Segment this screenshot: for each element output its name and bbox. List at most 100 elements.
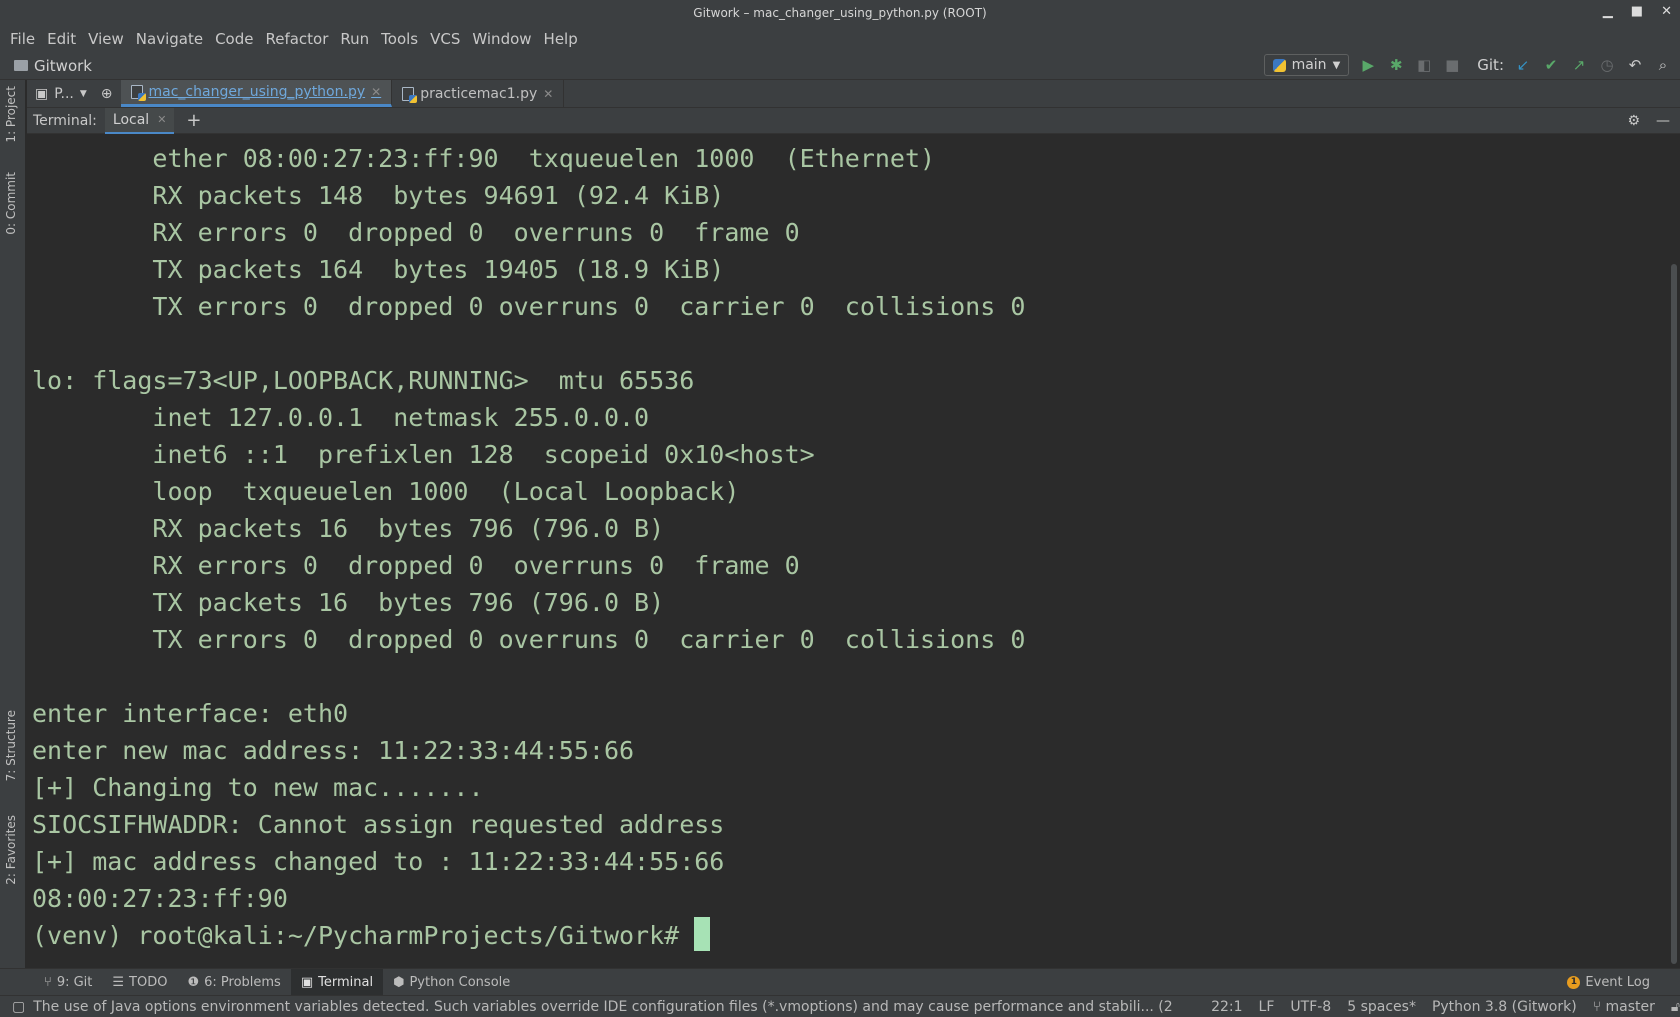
git-branch-widget[interactable]: ⑂ master <box>1593 999 1655 1015</box>
terminal-session-tab[interactable]: Local ✕ <box>104 107 175 134</box>
menu-navigate[interactable]: Navigate <box>136 30 203 48</box>
git-commit-icon[interactable]: ✔ <box>1542 56 1560 74</box>
terminal-prompt-line[interactable]: (venv) root@kali:~/PycharmProjects/Gitwo… <box>32 917 1667 954</box>
coverage-icon[interactable]: ◧ <box>1415 56 1433 74</box>
structure-tool-tab[interactable]: 7: Structure <box>4 710 18 781</box>
git-branch-icon: ⑂ <box>1592 998 1602 1015</box>
caret-position[interactable]: 22:1 <box>1211 999 1242 1015</box>
debug-icon[interactable]: ✱ <box>1387 56 1405 74</box>
terminal-line: TX packets 164 bytes 19405 (18.9 KiB) <box>32 255 725 284</box>
chevron-down-icon: ▼ <box>79 88 87 99</box>
git-branch-icon: ⑂ <box>44 974 52 990</box>
tool-window-bar: ⑂ 9: Git ☰ TODO ❶ 6: Problems ▣ Terminal ⬢ Py… <box>0 968 1680 996</box>
project-view-icon: ▣ <box>35 85 49 102</box>
terminal-line: TX errors 0 dropped 0 overruns 0 carrier… <box>32 292 1026 321</box>
menu-refactor[interactable]: Refactor <box>265 30 328 48</box>
menu-bar: File Edit View Navigate Code Refactor Ru… <box>0 26 1680 52</box>
title-bar: Gitwork – mac_changer_using_python.py (R… <box>0 0 1680 26</box>
project-view-dropdown[interactable]: ▣ P... ▼ ⊕ <box>27 80 121 107</box>
terminal-line: inet6 ::1 prefixlen 128 scopeid 0x10<hos… <box>32 440 815 469</box>
git-push-icon[interactable]: ↗ <box>1570 56 1588 74</box>
status-message[interactable]: The use of Java options environment vari… <box>33 999 1177 1015</box>
project-tool-tab[interactable]: 1: Project <box>4 86 18 143</box>
terminal-line: SIOCSIFHWADDR: Cannot assign requested a… <box>32 810 725 839</box>
terminal-line: TX packets 16 bytes 796 (796.0 B) <box>32 588 665 617</box>
stop-icon[interactable]: ■ <box>1443 56 1461 74</box>
new-session-button[interactable]: + <box>186 110 201 131</box>
tool-tab-todo[interactable]: ☰ TODO <box>102 969 177 996</box>
terminal-line: RX packets 148 bytes 94691 (92.4 KiB) <box>32 181 725 210</box>
menu-code[interactable]: Code <box>215 30 253 48</box>
hide-panel-icon[interactable]: — <box>1656 113 1670 129</box>
tab-practicemac1[interactable]: practicemac1.py ✕ <box>392 80 565 107</box>
tab-mac-changer[interactable]: mac_changer_using_python.py ✕ <box>120 80 393 107</box>
event-log-button[interactable]: 1 Event Log <box>1567 975 1650 990</box>
terminal-line: lo: flags=73<UP,LOOPBACK,RUNNING> mtu 65… <box>32 366 695 395</box>
python-icon: ⬢ <box>393 974 405 990</box>
run-config-select[interactable]: main ▼ <box>1263 54 1350 76</box>
terminal-header: Terminal: Local ✕ + ⚙ — <box>27 107 1680 134</box>
tool-tab-git[interactable]: ⑂ 9: Git <box>34 969 102 996</box>
event-count-badge: 1 <box>1567 975 1581 989</box>
menu-window[interactable]: Window <box>472 30 531 48</box>
terminal-scrollbar[interactable] <box>1667 134 1680 968</box>
tool-tab-terminal[interactable]: ▣ Terminal <box>290 968 384 996</box>
left-tool-strip: 1: Project 0: Commit 7: Structure 2: Fav… <box>0 80 26 968</box>
menu-view[interactable]: View <box>88 30 124 48</box>
terminal-line: 08:00:27:23:ff:90 <box>32 884 288 913</box>
terminal-line: TX errors 0 dropped 0 overruns 0 carrier… <box>32 625 1026 654</box>
window-controls: ▁ ■ ✕ <box>1603 4 1672 19</box>
terminal-line: [+] mac address changed to : 11:22:33:44… <box>32 847 725 876</box>
locate-icon[interactable]: ⊕ <box>101 86 113 102</box>
status-bar: ▢ The use of Java options environment va… <box>0 995 1680 1017</box>
menu-vcs[interactable]: VCS <box>430 30 460 48</box>
menu-file[interactable]: File <box>10 30 35 48</box>
tool-tab-python-console[interactable]: ⬢ Python Console <box>383 969 520 996</box>
terminal-line: [+] Changing to new mac....... <box>32 773 484 802</box>
terminal-icon: ▣ <box>300 974 314 990</box>
close-tab-icon[interactable]: ✕ <box>543 87 553 101</box>
terminal-line: enter new mac address: 11:22:33:44:55:66 <box>32 736 635 765</box>
terminal-cursor <box>694 917 711 951</box>
favorites-tool-tab[interactable]: 2: Favorites <box>4 815 18 885</box>
run-config-label: main <box>1291 57 1327 73</box>
close-icon[interactable]: ✕ <box>157 113 166 126</box>
folder-icon <box>14 60 28 71</box>
lock-icon[interactable]: 🔓︎ <box>1671 999 1680 1015</box>
line-separator[interactable]: LF <box>1259 999 1275 1015</box>
run-toolbar: main ▼ ▶ ✱ ◧ ■ Git: ↙ ✔ ↗ ◷ ↶ ⌕ <box>1263 54 1672 76</box>
maximize-icon[interactable]: ■ <box>1631 4 1643 19</box>
terminal-prompt: (venv) root@kali:~/PycharmProjects/Gitwo… <box>32 921 695 950</box>
terminal-line: ether 08:00:27:23:ff:90 txqueuelen 1000 … <box>32 144 936 173</box>
menu-tools[interactable]: Tools <box>381 30 418 48</box>
project-breadcrumb[interactable]: Gitwork <box>34 57 92 75</box>
window-title: Gitwork – mac_changer_using_python.py (R… <box>693 6 987 20</box>
terminal-output[interactable]: ether 08:00:27:23:ff:90 txqueuelen 1000 … <box>27 134 1667 968</box>
git-update-icon[interactable]: ↙ <box>1514 56 1532 74</box>
terminal-label: Terminal: <box>33 112 97 129</box>
info-icon: ❶ <box>187 974 200 990</box>
commit-tool-tab[interactable]: 0: Commit <box>4 172 18 235</box>
python-interpreter[interactable]: Python 3.8 (Gitwork) <box>1432 999 1577 1015</box>
terminal-line: RX errors 0 dropped 0 overruns 0 frame 0 <box>32 551 800 580</box>
file-encoding[interactable]: UTF-8 <box>1290 999 1331 1015</box>
minimize-icon[interactable]: ▁ <box>1603 4 1613 19</box>
python-file-icon <box>402 86 418 103</box>
rollback-icon[interactable]: ↶ <box>1626 56 1644 74</box>
menu-help[interactable]: Help <box>544 30 578 48</box>
history-icon[interactable]: ◷ <box>1598 56 1616 74</box>
status-toggle-icon[interactable]: ▢ <box>12 999 25 1015</box>
tool-tab-problems[interactable]: ❶ 6: Problems <box>177 969 290 996</box>
close-tab-icon[interactable]: ✕ <box>371 85 381 99</box>
scrollbar-thumb[interactable] <box>1671 264 1677 964</box>
search-icon[interactable]: ⌕ <box>1654 56 1672 74</box>
menu-run[interactable]: Run <box>340 30 369 48</box>
menu-edit[interactable]: Edit <box>47 30 76 48</box>
close-icon[interactable]: ✕ <box>1661 4 1672 19</box>
run-icon[interactable]: ▶ <box>1359 56 1377 74</box>
gear-icon[interactable]: ⚙ <box>1627 113 1640 129</box>
terminal-line: RX errors 0 dropped 0 overruns 0 frame 0 <box>32 218 800 247</box>
indent-setting[interactable]: 5 spaces* <box>1347 999 1416 1015</box>
